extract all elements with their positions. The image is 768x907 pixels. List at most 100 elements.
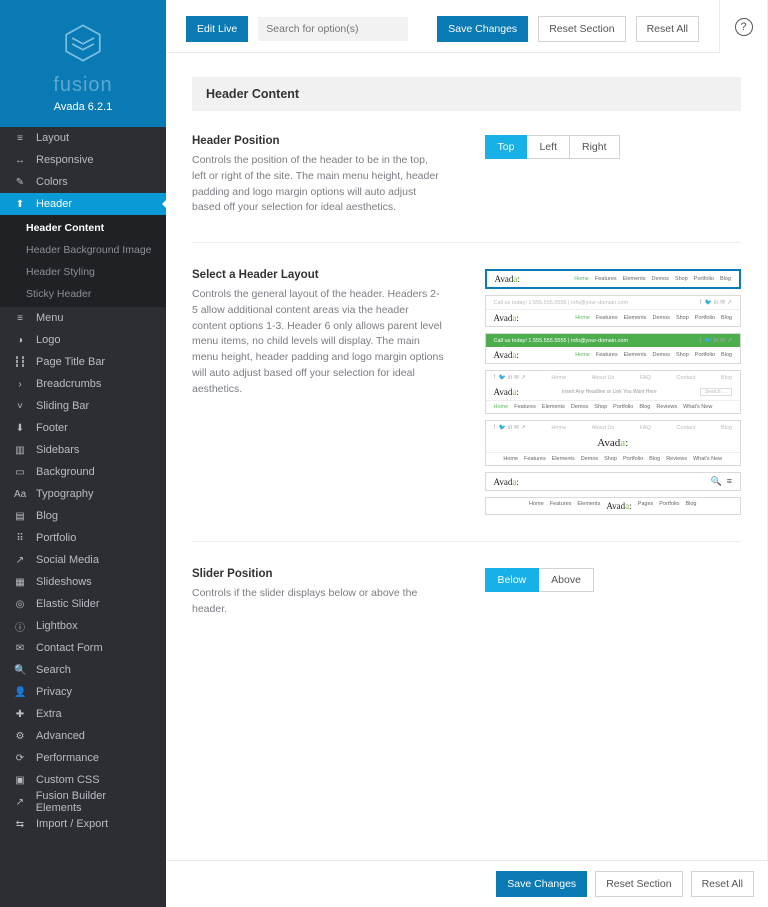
nav-icon: ⚙ [14,731,26,742]
sidebar-item-extra[interactable]: ✚Extra [0,703,166,725]
sidebar-item-sidebars[interactable]: ▥Sidebars [0,439,166,461]
nav-icon: ┇┇ [14,357,26,368]
help-icon[interactable]: ? [735,18,753,36]
sidebar-item-colors[interactable]: ✎Colors [0,171,166,193]
section-slider-position: Slider Position Controls if the slider d… [192,568,741,644]
nav-label: Social Media [36,554,99,566]
sidebar-item-background[interactable]: ▭ Background [0,461,166,483]
header-layout-option-6[interactable]: Avada:🔍 ≡ [485,472,741,491]
sidebar-sub-header-content[interactable]: Header Content [0,217,166,239]
sidebar-item-performance[interactable]: ⟳Performance [0,747,166,769]
topbar: Edit Live Save Changes Reset Section Res… [166,0,719,53]
nav-label: Sliding Bar [36,400,89,412]
nav-icon: › [14,379,26,390]
sidebar-item-blog[interactable]: ▤Blog [0,505,166,527]
nav-label: Fusion Builder Elements [36,790,152,814]
nav-icon: ≡ [14,313,26,324]
header-layout-option-1[interactable]: Avada:HomeFeaturesElementsDemosShopPortf… [485,269,741,289]
sidebar-item-elastic-slider[interactable]: ◎Elastic Slider [0,593,166,615]
nav-icon: ▭ [14,467,26,478]
header-layout-option-3[interactable]: Call us today! 1.555.555.5555 | info@you… [485,333,741,364]
nav-label: Portfolio [36,532,76,544]
slider-position-title: Slider Position [192,568,445,580]
edit-live-button[interactable]: Edit Live [186,16,248,42]
sidebar-item-sliding-bar[interactable]: ˅Sliding Bar [0,395,166,417]
reset-section-button-top[interactable]: Reset Section [538,16,625,42]
nav-icon: Aa [14,489,26,500]
sidebar-item-search[interactable]: 🔍Search [0,659,166,681]
nav-label: Breadcrumbs [36,378,101,390]
slider-position-option-above[interactable]: Above [539,568,594,592]
save-changes-button-bottom[interactable]: Save Changes [496,871,587,897]
brand-word: fusion [0,74,166,97]
panel-title: Header Content [192,77,741,111]
nav-label: Custom CSS [36,774,100,786]
nav-icon: ⓘ [14,619,26,634]
nav-label: Blog [36,510,58,522]
header-layout-title: Select a Header Layout [192,269,445,281]
main: Edit Live Save Changes Reset Section Res… [166,0,768,907]
nav-label: Layout [36,132,69,144]
nav-label: Elastic Slider [36,598,100,610]
nav-icon: ≡ [14,133,26,144]
fusion-logo-icon [0,22,166,64]
header-position-option-left[interactable]: Left [527,135,570,159]
nav-icon: ✚ [14,709,26,720]
nav-label: Lightbox [36,620,78,632]
sidebar-nav: ≡ Layout ↔Responsive✎Colors⬆HeaderHeader C… [0,127,166,907]
nav-icon: ⬇ [14,423,26,434]
sidebar-item-social-media[interactable]: ↗ Social Media [0,549,166,571]
help-column: ? [719,0,767,53]
nav-label: Background [36,466,95,478]
sidebar-item-portfolio[interactable]: ⠿Portfolio [0,527,166,549]
slider-position-option-below[interactable]: Below [485,568,540,592]
sidebar-item-slideshows[interactable]: ▦Slideshows [0,571,166,593]
sidebar-item-logo[interactable]: ◑Logo [0,329,166,351]
sidebar-item-footer[interactable]: ⬇ Footer [0,417,166,439]
reset-section-button-bottom[interactable]: Reset Section [595,871,682,897]
nav-icon: ⬆ [14,199,26,210]
reset-all-button-top[interactable]: Reset All [636,16,699,42]
header-position-desc: Controls the position of the header to b… [192,153,445,216]
nav-icon: 👤 [14,687,26,698]
sidebar-item-advanced[interactable]: ⚙Advanced [0,725,166,747]
slider-position-group: BelowAbove [485,568,594,592]
header-position-option-right[interactable]: Right [570,135,620,159]
sidebar-item-typography[interactable]: AaTypography [0,483,166,505]
sidebar-item-page-title-bar[interactable]: ┇┇Page Title Bar [0,351,166,373]
nav-label: Slideshows [36,576,92,588]
nav-icon: ↗ [14,555,26,566]
save-changes-button-top[interactable]: Save Changes [437,16,528,42]
sidebar-item-lightbox[interactable]: ⓘ Lightbox [0,615,166,637]
header-layout-option-2[interactable]: Call us today! 1.555.555.5555 | info@you… [485,295,741,327]
sidebar-sub-header-background-image[interactable]: Header Background Image [0,239,166,261]
sidebar-item-privacy[interactable]: 👤 Privacy [0,681,166,703]
sidebar-item-import-export[interactable]: ⇆Import / Export [0,813,166,835]
header-position-option-top[interactable]: Top [485,135,528,159]
reset-all-button-bottom[interactable]: Reset All [691,871,754,897]
nav-icon: 🔍 [14,665,26,676]
nav-label: Privacy [36,686,72,698]
nav-label: Footer [36,422,68,434]
sidebar-item-fusion-builder-elements[interactable]: ↗Fusion Builder Elements [0,791,166,813]
sidebar-item-layout[interactable]: ≡ Layout [0,127,166,149]
sidebar-sub-sticky-header[interactable]: Sticky Header [0,283,166,305]
nav-icon: ↔ [14,155,26,166]
sidebar-sub-header-styling[interactable]: Header Styling [0,261,166,283]
header-layout-option-4[interactable]: f 🐦 in ✉ ↗HomeAbout UsFAQContactBlogAvad… [485,370,741,414]
nav-icon: ▣ [14,775,26,786]
nav-label: Logo [36,334,60,346]
sidebar-item-header[interactable]: ⬆Header [0,193,166,215]
search-input[interactable] [258,17,408,41]
sidebar-item-breadcrumbs[interactable]: › Breadcrumbs [0,373,166,395]
nav-icon: ⟳ [14,753,26,764]
search-box [258,17,408,41]
content-scroll: Header Content Header Position Controls … [166,53,767,907]
header-layout-option-7[interactable]: HomeFeaturesElementsAvada:PagesPortfolio… [485,497,741,515]
sidebar-item-contact-form[interactable]: ✉Contact Form [0,637,166,659]
sidebar-item-menu[interactable]: ≡Menu [0,307,166,329]
sidebar-item-custom-css[interactable]: ▣ Custom CSS [0,769,166,791]
header-position-group: TopLeftRight [485,135,620,159]
header-layout-option-5[interactable]: f 🐦 in ✉ ↗HomeAbout UsFAQContactBlogAvad… [485,420,741,466]
sidebar-item-responsive[interactable]: ↔Responsive [0,149,166,171]
